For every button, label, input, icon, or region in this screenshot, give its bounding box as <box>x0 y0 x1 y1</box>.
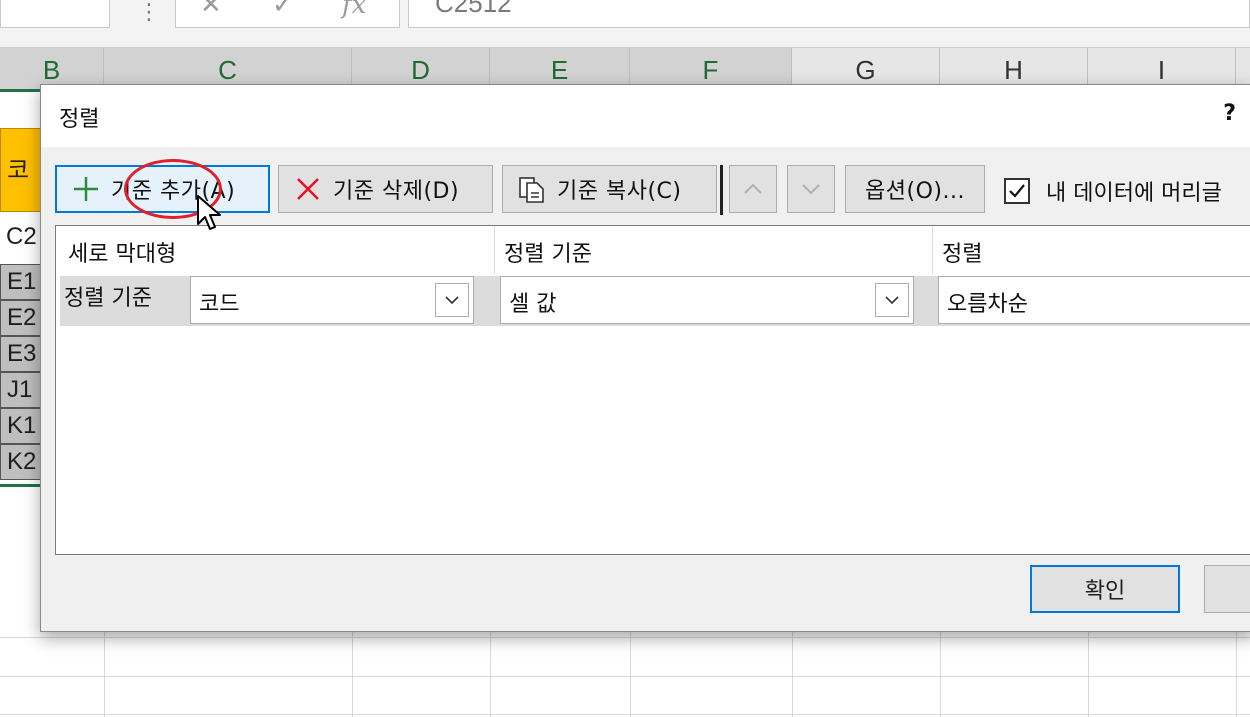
add-level-label: 기준 추가(A) <box>111 179 236 204</box>
cell[interactable]: C2 <box>0 216 42 258</box>
toolbar-separator <box>720 165 723 215</box>
copy-level-button[interactable]: 기준 복사(C) <box>502 165 717 213</box>
add-level-button[interactable]: 기준 추가(A) <box>55 165 270 213</box>
cell[interactable]: E3 <box>0 336 42 372</box>
formula-input[interactable]: C2512 <box>408 0 1250 28</box>
selection-border <box>0 484 42 487</box>
chevron-up-icon <box>744 183 762 194</box>
move-up-button[interactable] <box>729 165 777 213</box>
chevron-down-icon[interactable] <box>875 283 909 317</box>
sort-on-dropdown[interactable]: 셀 값 <box>500 276 914 324</box>
help-button[interactable]: ? <box>1223 101 1236 126</box>
formula-bar: ⋮ ✕ ✓ fx C2512 <box>0 0 1250 48</box>
header-divider <box>932 226 933 274</box>
plus-icon <box>71 174 101 204</box>
formula-bar-buttons: ✕ ✓ fx <box>175 0 400 28</box>
list-header: 세로 막대형 정렬 기준 정렬 <box>56 226 1250 274</box>
options-button[interactable]: 옵션(O)... <box>845 165 985 213</box>
move-down-button[interactable] <box>787 165 835 213</box>
header-checkbox-row[interactable]: 내 데이터에 머리글 <box>1004 175 1222 207</box>
options-label: 옵션(O)... <box>865 179 965 204</box>
column-dropdown[interactable]: 코드 <box>190 276 474 324</box>
delete-x-icon <box>293 174 323 204</box>
cell[interactable]: E2 <box>0 300 42 336</box>
ok-button-label: 확인 <box>1084 579 1126 604</box>
name-box[interactable] <box>0 0 110 28</box>
chevron-down-icon <box>802 184 820 195</box>
copy-level-label: 기준 복사(C) <box>557 179 682 204</box>
order-dropdown[interactable]: 오름차순 <box>938 276 1250 324</box>
sort-levels-list: 세로 막대형 정렬 기준 정렬 정렬 기준 코드 셀 값 오름차순 <box>55 225 1250 555</box>
grid-line <box>0 637 1250 638</box>
dialog-titlebar[interactable]: 정렬 ? <box>41 85 1250 147</box>
copy-icon <box>517 174 547 204</box>
chevron-down-icon[interactable] <box>435 283 469 317</box>
order-dropdown-value: 오름차순 <box>947 292 1028 317</box>
sort-on-header-label: 정렬 기준 <box>504 242 592 267</box>
cell[interactable]: K1 <box>0 408 42 444</box>
sort-on-dropdown-value: 셀 값 <box>509 292 557 317</box>
cancel-button[interactable] <box>1204 565 1250 613</box>
cell[interactable]: J1 <box>0 372 42 408</box>
ok-button[interactable]: 확인 <box>1030 565 1180 613</box>
header-divider <box>494 226 495 274</box>
sort-level-row[interactable]: 정렬 기준 코드 셀 값 오름차순 <box>60 276 1250 326</box>
header-checkbox-label: 내 데이터에 머리글 <box>1046 181 1222 206</box>
header-checkbox[interactable] <box>1004 178 1030 204</box>
cell-header-fill[interactable]: 코 <box>0 128 42 212</box>
grid-line <box>0 714 1250 715</box>
column-header-label: 세로 막대형 <box>68 242 177 267</box>
column-dropdown-value: 코드 <box>199 292 240 317</box>
delete-level-button[interactable]: 기준 삭제(D) <box>278 165 493 213</box>
dialog-title: 정렬 <box>59 107 100 132</box>
sort-level-label: 정렬 기준 <box>64 286 152 311</box>
formula-bar-separator: ⋮ <box>138 0 160 25</box>
sort-dialog: 정렬 ? 기준 추가(A) 기준 삭제(D) 기준 복사(C) 옵션(O)... <box>40 84 1250 632</box>
enter-entry-icon[interactable]: ✓ <box>272 0 294 20</box>
delete-level-label: 기준 삭제(D) <box>333 179 460 204</box>
formula-value: C2512 <box>435 0 512 18</box>
checkmark-icon <box>1009 184 1025 198</box>
order-header-label: 정렬 <box>942 242 983 267</box>
insert-function-icon[interactable]: fx <box>342 0 366 20</box>
cell[interactable]: K2 <box>0 444 42 480</box>
grid-line <box>0 676 1250 677</box>
cell[interactable] <box>0 92 42 128</box>
cell[interactable]: E1 <box>0 264 42 300</box>
cancel-entry-icon[interactable]: ✕ <box>200 0 222 20</box>
